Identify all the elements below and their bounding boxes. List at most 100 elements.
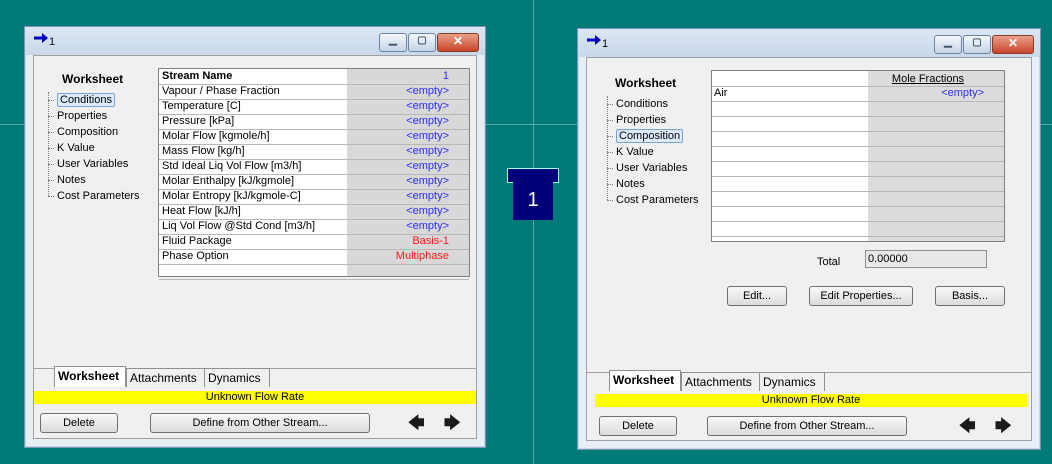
row-value[interactable]: <empty> [349, 114, 449, 129]
sidebar-item-user-variables[interactable]: User Variables [48, 156, 140, 172]
stream-window-composition: 1 ▁ ▢ ✕ Worksheet Conditions Properties … [577, 28, 1041, 450]
table-row-empty [712, 206, 1004, 222]
status-bar: Unknown Flow Rate [595, 394, 1027, 407]
sidebar-item-conditions[interactable]: Conditions [48, 92, 140, 108]
row-label: Mass Flow [kg/h] [162, 145, 245, 157]
composition-grid: Mole Fractions Air <empty> [711, 70, 1005, 242]
sidebar-item-conditions[interactable]: Conditions [607, 96, 699, 112]
minimize-button[interactable]: ▁ [934, 35, 962, 54]
row-label: Temperature [C] [162, 100, 241, 112]
component-name: Air [714, 87, 728, 99]
row-value[interactable]: <empty> [349, 189, 449, 204]
define-from-other-stream-button[interactable]: Define from Other Stream... [707, 416, 907, 436]
tab-strip: Worksheet Attachments Dynamics [609, 370, 909, 392]
define-from-other-stream-button[interactable]: Define from Other Stream... [150, 413, 370, 433]
sidebar-item-notes[interactable]: Notes [48, 172, 140, 188]
edit-button[interactable]: Edit... [727, 286, 787, 306]
table-row-empty [712, 176, 1004, 192]
row-value[interactable]: Multiphase [349, 249, 449, 264]
total-field[interactable]: 0.00000 [865, 250, 987, 268]
arrow-right-icon[interactable]: 🡆 [444, 412, 461, 439]
window-title: 1 [602, 38, 609, 50]
window-title: 1 [49, 36, 56, 48]
sidebar-item-properties[interactable]: Properties [48, 108, 140, 124]
status-bar: Unknown Flow Rate [34, 391, 476, 404]
row-label: Pressure [kPa] [162, 115, 235, 127]
row-value[interactable]: <empty> [349, 174, 449, 189]
sidebar-item-composition[interactable]: Composition [607, 128, 699, 144]
row-value[interactable]: <empty> [349, 144, 449, 159]
row-label: Fluid Package [162, 235, 232, 247]
component-value[interactable]: <empty> [872, 86, 984, 101]
row-value[interactable]: <empty> [349, 204, 449, 219]
tab-worksheet[interactable]: Worksheet [54, 366, 126, 387]
sidebar-item-cost-parameters[interactable]: Cost Parameters [607, 192, 699, 208]
table-row: Temperature [C] <empty> [159, 99, 469, 115]
tab-worksheet[interactable]: Worksheet [609, 370, 681, 391]
sidebar-heading: Worksheet [615, 76, 677, 90]
sidebar-tree: Conditions Properties Composition K Valu… [48, 92, 140, 204]
sidebar-item-k-value[interactable]: K Value [607, 144, 699, 160]
row-label: Molar Entropy [kJ/kgmole-C] [162, 190, 301, 202]
delete-button[interactable]: Delete [599, 416, 677, 436]
row-value[interactable]: Basis-1 [349, 234, 449, 249]
basis-button[interactable]: Basis... [935, 286, 1005, 306]
sidebar-item-user-variables[interactable]: User Variables [607, 160, 699, 176]
row-value[interactable]: <empty> [349, 84, 449, 99]
arrow-right-icon[interactable]: 🡆 [995, 415, 1012, 442]
table-row: Molar Flow [kgmole/h] <empty> [159, 129, 469, 145]
delete-button[interactable]: Delete [40, 413, 118, 433]
table-row: Mass Flow [kg/h] <empty> [159, 144, 469, 160]
row-value[interactable]: <empty> [349, 99, 449, 114]
table-row: Vapour / Phase Fraction <empty> [159, 84, 469, 100]
sidebar-item-cost-parameters[interactable]: Cost Parameters [48, 188, 140, 204]
close-button[interactable]: ✕ [437, 33, 479, 52]
row-label: Molar Enthalpy [kJ/kgmole] [162, 175, 295, 187]
row-label: Molar Flow [kgmole/h] [162, 130, 270, 142]
window-client: Worksheet Conditions Properties Composit… [586, 57, 1032, 441]
total-label: Total [817, 256, 841, 268]
close-icon: ✕ [452, 34, 464, 48]
window-client: Worksheet Conditions Properties Composit… [33, 55, 477, 439]
table-row: Stream Name 1 [159, 69, 469, 85]
tab-dynamics[interactable]: Dynamics [759, 372, 825, 391]
minimize-icon: ▁ [389, 35, 397, 46]
edit-properties-button[interactable]: Edit Properties... [809, 286, 913, 306]
tab-attachments[interactable]: Attachments [126, 368, 206, 387]
table-row-empty [712, 101, 1004, 117]
row-value[interactable]: <empty> [349, 129, 449, 144]
table-row: Std Ideal Liq Vol Flow [m3/h] <empty> [159, 159, 469, 175]
sidebar-item-notes[interactable]: Notes [607, 176, 699, 192]
maximize-button[interactable]: ▢ [408, 33, 436, 52]
arrow-left-icon[interactable]: 🡄 [959, 415, 976, 442]
table-header-row [712, 71, 1004, 87]
maximize-button[interactable]: ▢ [963, 35, 991, 54]
row-label: Stream Name [162, 70, 233, 82]
table-row-empty [712, 221, 1004, 237]
stream-label[interactable]: 1 [513, 180, 553, 220]
table-row-empty [712, 116, 1004, 132]
row-value[interactable]: <empty> [349, 219, 449, 234]
maximize-icon: ▢ [417, 35, 427, 46]
table-row-empty [159, 264, 469, 280]
arrow-left-icon[interactable]: 🡄 [408, 412, 425, 439]
table-row-empty [712, 146, 1004, 162]
row-value[interactable]: 1 [349, 69, 449, 84]
row-label: Liq Vol Flow @Std Cond [m3/h] [162, 220, 316, 232]
sidebar-item-composition[interactable]: Composition [48, 124, 140, 140]
tab-attachments[interactable]: Attachments [681, 372, 761, 391]
maximize-icon: ▢ [972, 37, 982, 48]
title-bar[interactable]: 1 ▁ ▢ ✕ [25, 27, 485, 55]
row-value[interactable]: <empty> [349, 159, 449, 174]
sidebar-item-properties[interactable]: Properties [607, 112, 699, 128]
stream-arrow-icon [34, 33, 48, 43]
title-bar[interactable]: 1 ▁ ▢ ✕ [578, 29, 1040, 57]
stream-arrow-icon [587, 35, 601, 45]
close-button[interactable]: ✕ [992, 35, 1034, 54]
row-label: Std Ideal Liq Vol Flow [m3/h] [162, 160, 302, 172]
table-row-empty [712, 131, 1004, 147]
tab-dynamics[interactable]: Dynamics [204, 368, 270, 387]
minimize-button[interactable]: ▁ [379, 33, 407, 52]
sidebar-item-k-value[interactable]: K Value [48, 140, 140, 156]
table-row: Molar Enthalpy [kJ/kgmole] <empty> [159, 174, 469, 190]
